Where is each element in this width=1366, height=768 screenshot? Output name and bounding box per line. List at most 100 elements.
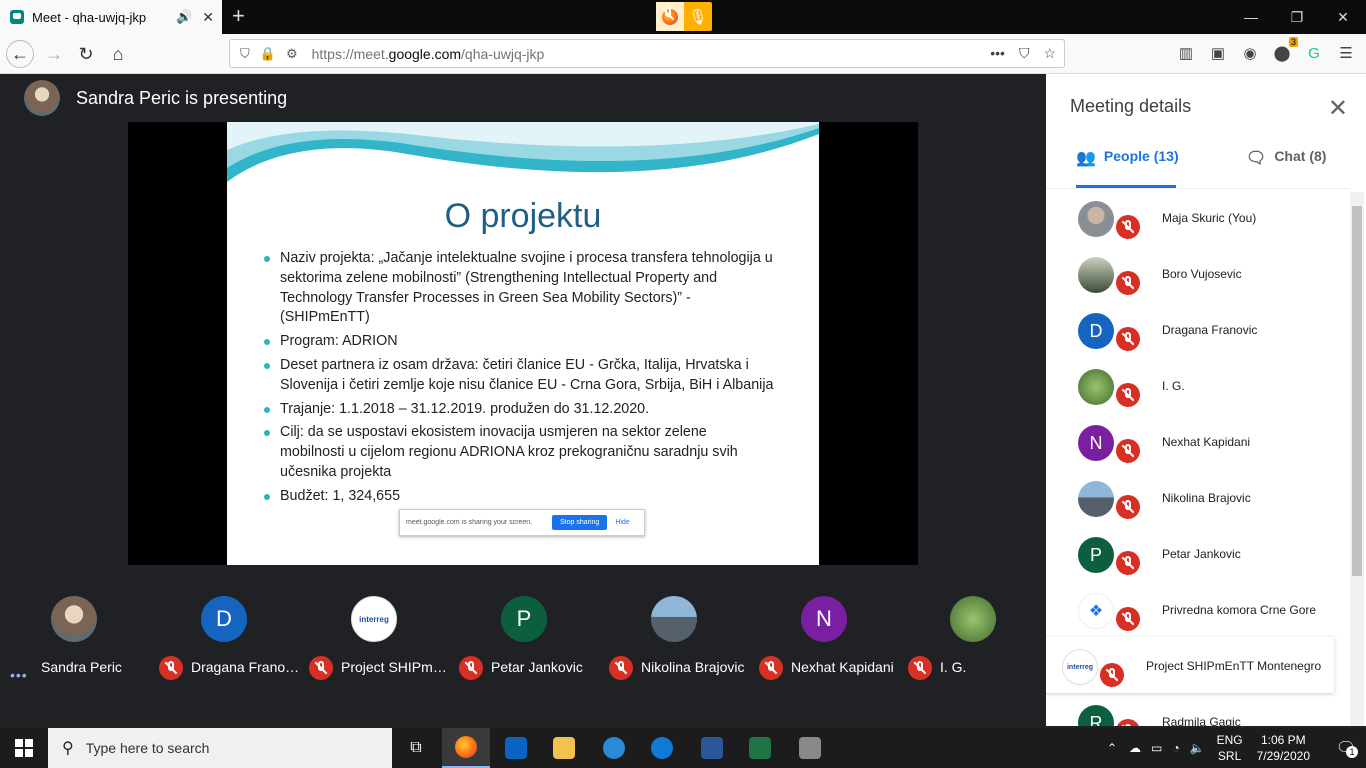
taskbar-file-explorer[interactable] bbox=[540, 728, 588, 768]
close-tab-icon[interactable]: ✕ bbox=[202, 9, 214, 26]
list-item[interactable]: Nikolina Brajovic bbox=[1046, 469, 1350, 525]
list-item[interactable]: N Nexhat Kapidani bbox=[1046, 413, 1350, 469]
muted-mic-icon bbox=[1116, 271, 1140, 295]
person-name: Boro Vujosevic bbox=[1162, 267, 1242, 281]
pocket-icon[interactable]: ⛉ bbox=[1019, 45, 1030, 62]
tab-people[interactable]: 👥 People (13) bbox=[1076, 148, 1179, 188]
taskbar-internet-explorer[interactable] bbox=[590, 728, 638, 768]
list-item[interactable]: ❖ Privredna komora Crne Gore bbox=[1046, 581, 1350, 637]
taskbar-excel[interactable] bbox=[736, 728, 784, 768]
people-tab-label: People (13) bbox=[1103, 148, 1179, 164]
speaker-icon[interactable]: 🔊 bbox=[176, 9, 192, 25]
new-tab-button[interactable]: + bbox=[232, 4, 245, 28]
onedrive-cloud-icon[interactable]: ☁ bbox=[1129, 741, 1141, 755]
microphone-icon: 🎙 bbox=[684, 2, 712, 31]
search-icon: ⚲ bbox=[62, 740, 74, 757]
person-avatar: D bbox=[1078, 313, 1114, 349]
clock[interactable]: 1:06 PM 7/29/2020 bbox=[1257, 732, 1310, 764]
slide-title: O projektu bbox=[444, 197, 602, 235]
list-item[interactable]: D Dragana Franovic bbox=[1046, 301, 1350, 357]
participant-name: Project SHIPmEnTT Montenegro bbox=[341, 659, 451, 675]
slide-bullet: Budžet: 1, 324,655 bbox=[264, 487, 774, 507]
person-avatar bbox=[1078, 481, 1114, 517]
language-indicator[interactable]: ENG SRL bbox=[1217, 732, 1243, 764]
sharing-indicator[interactable]: 🎙 bbox=[656, 2, 712, 31]
home-button[interactable]: ⌂ bbox=[104, 40, 132, 68]
close-panel-icon[interactable]: ✕ bbox=[1328, 94, 1348, 123]
participant-name: I. G. bbox=[940, 659, 967, 675]
participant-name: Sandra Peric bbox=[41, 659, 122, 675]
internet-explorer-icon bbox=[603, 737, 625, 759]
muted-mic-icon bbox=[459, 656, 483, 680]
taskbar-edge[interactable] bbox=[638, 728, 686, 768]
list-item-hovered[interactable]: interreg Project SHIPmEnTT Montenegro bbox=[1046, 637, 1334, 693]
permissions-icon[interactable]: ⚙ bbox=[286, 46, 298, 62]
shared-screen: O projektu Naziv projekta: „Jačanje inte… bbox=[128, 122, 918, 565]
chevron-up-icon[interactable]: ⌃ bbox=[1107, 741, 1117, 755]
taskbar-firefox[interactable] bbox=[442, 728, 490, 768]
reload-button[interactable]: ↻ bbox=[72, 40, 100, 68]
windows-taskbar: ⚲ Type here to search ⧉ ⌃ ☁ ▭ ◔ 🔈 ENG SR… bbox=[0, 728, 1366, 768]
person-name: I. G. bbox=[1162, 379, 1185, 393]
restore-button[interactable]: ❐ bbox=[1274, 0, 1320, 34]
share-notice-text: meet.google.com is sharing your screen. bbox=[406, 519, 533, 526]
menu-icon[interactable]: ☰ bbox=[1336, 40, 1356, 66]
scrollbar-thumb[interactable] bbox=[1352, 206, 1362, 576]
battery-icon[interactable]: ▭ bbox=[1151, 741, 1162, 755]
tab-chat[interactable]: 🗨 Chat (8) bbox=[1246, 148, 1326, 188]
participant-avatar: P bbox=[501, 596, 547, 642]
hide-notice-button[interactable]: Hide bbox=[615, 519, 629, 526]
speaking-indicator-icon: ••• bbox=[10, 667, 28, 683]
people-list-scrollbar[interactable] bbox=[1350, 192, 1364, 726]
participant-tile[interactable]: Nikolina Brajovic bbox=[600, 596, 750, 686]
muted-mic-icon bbox=[908, 656, 932, 680]
minimize-button[interactable]: — bbox=[1228, 0, 1274, 34]
close-window-button[interactable]: ✕ bbox=[1320, 0, 1366, 34]
grammarly-icon[interactable]: G bbox=[1304, 40, 1324, 66]
account-icon[interactable]: ◉ bbox=[1240, 40, 1260, 66]
muted-mic-icon bbox=[159, 656, 183, 680]
extension-badge-icon[interactable]: ⬤ 3 bbox=[1272, 37, 1298, 66]
list-item[interactable]: Maja Skuric (You) bbox=[1046, 189, 1350, 245]
list-item[interactable]: R Radmila Gagic bbox=[1046, 693, 1350, 726]
list-item[interactable]: I. G. bbox=[1046, 357, 1350, 413]
list-item[interactable]: P Petar Jankovic bbox=[1046, 525, 1350, 581]
browser-tab-strip: Meet - qha-uwjq-jkp 🔊 ✕ + 🎙 — ❐ ✕ bbox=[0, 0, 1366, 34]
back-button[interactable]: ← bbox=[6, 40, 34, 68]
lock-icon[interactable]: 🔒 bbox=[260, 46, 276, 62]
participant-tile[interactable]: D Dragana Franovic bbox=[150, 596, 301, 686]
start-button[interactable] bbox=[0, 728, 48, 768]
list-item[interactable]: Boro Vujosevic bbox=[1046, 245, 1350, 301]
participant-tile[interactable]: ••• Sandra Peric bbox=[0, 596, 150, 686]
participant-tile[interactable]: interreg Project SHIPmEnTT Montenegro bbox=[300, 596, 451, 686]
muted-mic-icon bbox=[609, 656, 633, 680]
notifications-icon[interactable]: 🗨1 bbox=[1326, 738, 1366, 758]
participant-tile[interactable]: N Nexhat Kapidani bbox=[750, 596, 900, 686]
slide-bullet: Deset partnera iz osam država: četiri čl… bbox=[264, 356, 774, 396]
forward-button[interactable]: → bbox=[40, 40, 68, 68]
task-view-button[interactable]: ⧉ bbox=[392, 728, 440, 768]
bookmark-star-icon[interactable]: ☆ bbox=[1043, 45, 1056, 62]
muted-mic-icon bbox=[1116, 383, 1140, 407]
stop-sharing-button[interactable]: Stop sharing bbox=[552, 515, 608, 530]
taskbar-word[interactable] bbox=[688, 728, 736, 768]
shield-icon[interactable]: ⛉ bbox=[240, 46, 250, 62]
page-actions-icon[interactable]: ••• bbox=[990, 45, 1005, 62]
muted-mic-icon bbox=[1116, 551, 1140, 575]
taskbar-calculator[interactable] bbox=[786, 728, 834, 768]
muted-mic-icon bbox=[1116, 327, 1140, 351]
taskbar-search-box[interactable]: ⚲ Type here to search bbox=[48, 728, 392, 768]
sidebar-icon[interactable]: ▣ bbox=[1208, 40, 1228, 66]
slide-bullet: Naziv projekta: „Jačanje intelektualne s… bbox=[264, 249, 774, 328]
person-avatar: R bbox=[1078, 705, 1114, 726]
network-icon[interactable]: ◔ bbox=[1172, 741, 1179, 755]
panel-title: Meeting details bbox=[1070, 96, 1192, 116]
volume-icon[interactable]: 🔈 bbox=[1190, 741, 1205, 755]
browser-tab[interactable]: Meet - qha-uwjq-jkp 🔊 ✕ bbox=[0, 0, 222, 34]
library-icon[interactable]: ▥ bbox=[1176, 40, 1196, 66]
taskbar-outlook[interactable] bbox=[492, 728, 540, 768]
participant-tile[interactable]: I. G. bbox=[899, 596, 1049, 686]
address-bar[interactable]: ⛉ 🔒 ⚙ https://meet.google.com/qha-uwjq-j… bbox=[229, 39, 1065, 68]
participant-tile[interactable]: P Petar Jankovic bbox=[450, 596, 600, 686]
url-text[interactable]: https://meet.google.com/qha-uwjq-jkp bbox=[312, 46, 545, 62]
